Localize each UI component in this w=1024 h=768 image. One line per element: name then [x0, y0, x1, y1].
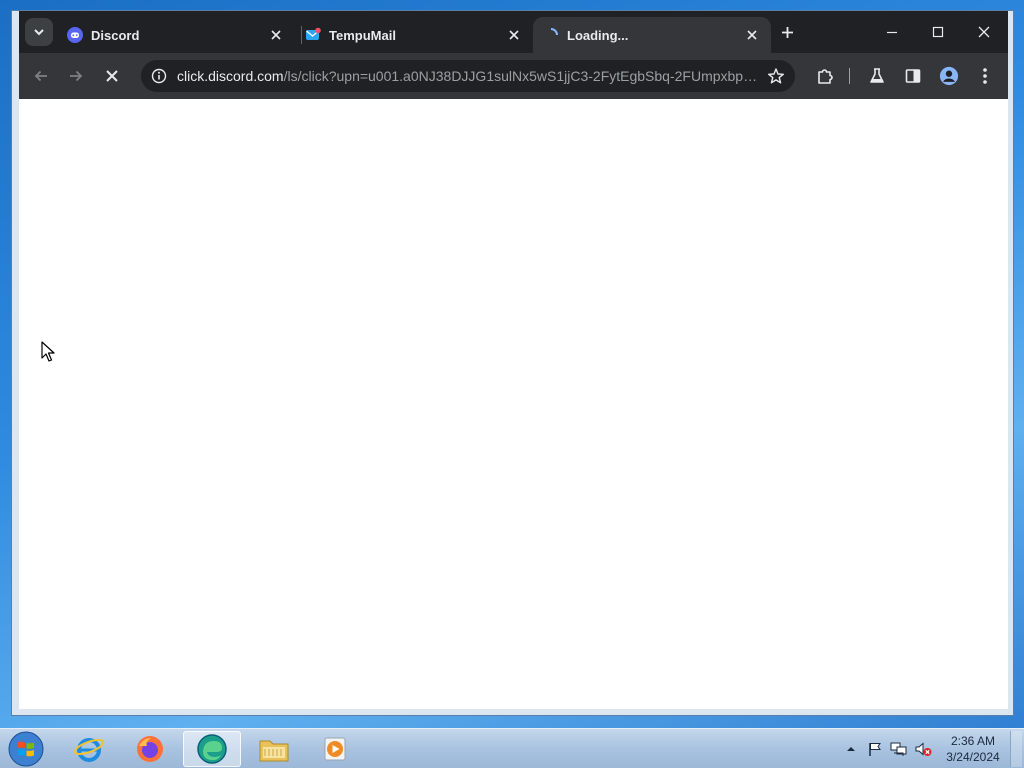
taskbar-media-player[interactable] [306, 731, 364, 767]
minimize-button[interactable] [869, 19, 915, 45]
browser-chrome: Discord TempuMail Loading... click.disco… [19, 11, 1008, 99]
clock-date: 3/24/2024 [946, 750, 1000, 764]
firefox-icon [137, 736, 163, 762]
more-vertical-icon [983, 68, 987, 84]
taskbar-file-explorer[interactable] [245, 731, 303, 767]
maximize-button[interactable] [915, 19, 961, 45]
network-tray[interactable] [890, 740, 908, 758]
tab-loading[interactable]: Loading... [533, 17, 771, 53]
edge-icon [197, 734, 227, 764]
windows-logo-icon [8, 731, 44, 767]
close-icon[interactable] [743, 26, 761, 44]
tempumail-icon [306, 27, 321, 40]
taskbar-internet-explorer[interactable] [60, 731, 118, 767]
show-desktop-button[interactable] [1010, 731, 1022, 767]
url-path: /ls/click?upn=u001.a0NJ38DJJG1sulNx5wS1j… [283, 68, 759, 84]
browser-toolbar: click.discord.com/ls/click?upn=u001.a0NJ… [19, 53, 1008, 99]
mouse-cursor-icon [41, 341, 55, 362]
chevron-down-icon [34, 29, 44, 36]
forward-button[interactable] [63, 63, 89, 89]
system-clock[interactable]: 2:36 AM 3/24/2024 [940, 733, 1006, 765]
avatar-icon [939, 66, 959, 86]
tab-discord[interactable]: Discord [57, 17, 295, 53]
extensions-button[interactable] [815, 66, 835, 86]
toolbar-divider [849, 68, 850, 84]
volume-muted-icon [915, 742, 932, 756]
back-button[interactable] [28, 63, 54, 89]
profile-button[interactable] [939, 66, 959, 86]
folder-icon [259, 740, 289, 762]
tab-search-button[interactable] [25, 18, 53, 46]
taskbar-edge[interactable] [183, 731, 241, 767]
flask-icon [870, 68, 884, 83]
star-icon[interactable] [767, 67, 785, 85]
taskbar: 2:36 AM 3/24/2024 [0, 728, 1024, 768]
new-tab-button[interactable] [777, 22, 797, 42]
loading-spinner-icon [550, 28, 558, 36]
close-icon [978, 26, 990, 38]
tab-title: Discord [91, 27, 140, 43]
tab-title: Loading... [567, 27, 629, 43]
clock-time: 2:36 AM [950, 734, 996, 748]
media-player-icon [324, 737, 346, 761]
show-hidden-icons-button[interactable] [842, 740, 860, 758]
start-button[interactable] [6, 730, 46, 768]
browser-window: Discord TempuMail Loading... click.disco… [11, 10, 1014, 716]
chevron-up-icon [847, 747, 855, 751]
side-panel-icon [905, 69, 921, 83]
address-url[interactable]: click.discord.com/ls/click?upn=u001.a0NJ… [177, 68, 759, 84]
maximize-icon [932, 26, 944, 38]
stop-loading-button[interactable] [99, 63, 125, 89]
page-content [19, 99, 1008, 709]
puzzle-piece-icon [818, 69, 833, 84]
volume-tray[interactable] [914, 740, 932, 758]
close-icon[interactable] [267, 26, 285, 44]
close-window-button[interactable] [961, 19, 1007, 45]
taskbar-firefox[interactable] [121, 731, 179, 767]
arrow-left-icon [34, 70, 47, 82]
discord-icon [67, 27, 83, 43]
action-center-tray[interactable] [866, 740, 884, 758]
url-host: click.discord.com [177, 68, 284, 84]
internet-explorer-icon [73, 738, 105, 762]
network-icon [890, 742, 907, 756]
minimize-icon [887, 31, 897, 34]
tab-title: TempuMail [329, 27, 396, 43]
tab-strip: Discord TempuMail Loading... [19, 11, 1008, 53]
close-icon [106, 70, 118, 82]
close-icon[interactable] [505, 26, 523, 44]
side-panel-button[interactable] [903, 66, 923, 86]
flag-icon [869, 743, 881, 756]
address-bar[interactable]: click.discord.com/ls/click?upn=u001.a0NJ… [141, 60, 795, 92]
menu-button[interactable] [975, 66, 995, 86]
labs-button[interactable] [867, 66, 887, 86]
plus-icon [781, 26, 793, 38]
info-icon[interactable] [151, 68, 167, 84]
tab-tempumail[interactable]: TempuMail [295, 17, 533, 53]
arrow-right-icon [70, 70, 83, 82]
